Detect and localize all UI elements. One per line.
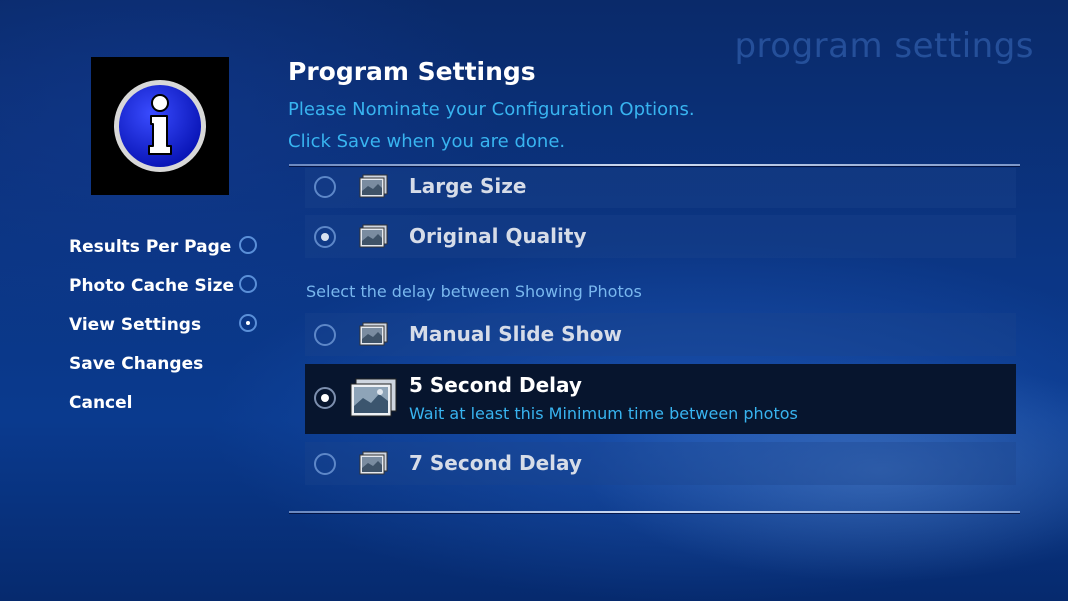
- nav-label: Cancel: [69, 393, 133, 413]
- option-description: Wait at least this Minimum time between …: [409, 404, 798, 423]
- radio-button[interactable]: [239, 275, 257, 293]
- bottom-divider: [289, 511, 1020, 513]
- photo-stack-icon: [357, 174, 389, 204]
- nav-label: View Settings: [69, 315, 202, 335]
- instructions-line-2: Click Save when you are done.: [288, 131, 566, 152]
- app-logo: [91, 57, 229, 195]
- option-label: Manual Slide Show: [409, 322, 623, 346]
- option-original-quality[interactable]: Original Quality: [305, 215, 1016, 258]
- info-icon: [114, 80, 206, 172]
- radio-button[interactable]: [314, 453, 336, 475]
- nav-label: Save Changes: [69, 354, 204, 374]
- side-nav: Results Per Page Photo Cache Size View S…: [69, 230, 269, 425]
- nav-results-per-page[interactable]: Results Per Page: [69, 230, 269, 269]
- radio-button[interactable]: [314, 324, 336, 346]
- photo-stack-icon: [357, 322, 389, 352]
- options-list[interactable]: Large Size Original Quality Select the d…: [305, 168, 1016, 508]
- radio-button[interactable]: [239, 236, 257, 254]
- option-large-size[interactable]: Large Size: [305, 168, 1016, 208]
- photo-stack-icon: [357, 224, 389, 254]
- page-title: Program Settings: [288, 57, 536, 86]
- top-divider: [289, 164, 1020, 166]
- delay-section-label: Select the delay between Showing Photos: [306, 282, 642, 301]
- option-manual-slide-show[interactable]: Manual Slide Show: [305, 313, 1016, 356]
- nav-label: Photo Cache Size: [69, 276, 235, 296]
- radio-button-selected[interactable]: [239, 314, 257, 332]
- option-label: 7 Second Delay: [409, 451, 582, 475]
- nav-photo-cache-size[interactable]: Photo Cache Size: [69, 269, 269, 308]
- radio-button-selected[interactable]: [314, 387, 336, 409]
- save-changes-button[interactable]: Save Changes: [69, 347, 269, 386]
- option-label: 5 Second Delay: [409, 373, 582, 397]
- option-7-second-delay[interactable]: 7 Second Delay: [305, 442, 1016, 485]
- option-5-second-delay[interactable]: 5 Second Delay Wait at least this Minimu…: [305, 364, 1016, 434]
- cancel-button[interactable]: Cancel: [69, 386, 269, 425]
- nav-label: Results Per Page: [69, 237, 232, 257]
- nav-view-settings[interactable]: View Settings: [69, 308, 269, 347]
- radio-button[interactable]: [314, 176, 336, 198]
- radio-button-selected[interactable]: [314, 226, 336, 248]
- page-watermark: program settings: [734, 26, 1034, 66]
- instructions-line-1: Please Nominate your Configuration Optio…: [288, 99, 695, 120]
- photo-stack-icon: [357, 451, 389, 481]
- option-label: Original Quality: [409, 224, 587, 248]
- photo-stack-icon: [347, 378, 399, 426]
- option-label: Large Size: [409, 174, 527, 198]
